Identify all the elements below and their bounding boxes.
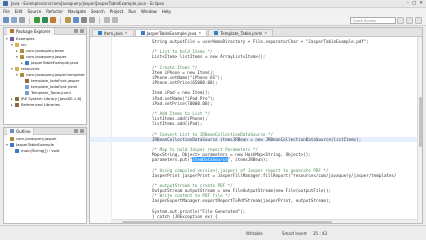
- quick-access-input[interactable]: Quick Access: [350, 17, 396, 24]
- scroll-thumb[interactable]: [419, 97, 422, 147]
- package-tree: ▾ Examples ▾ src ▸ com.javaquery.bean ▾ com.jav…: [4, 35, 86, 108]
- tree-item-label: main(String[]) : void: [21, 148, 60, 153]
- run-icon[interactable]: [42, 17, 48, 23]
- toolbar-separator: [29, 16, 30, 24]
- editor-tab-label: Item.java: [104, 30, 123, 36]
- view-controls: [74, 29, 86, 33]
- window-title: Java - Examples/src/com/javaquery/jasper…: [11, 1, 164, 6]
- menu-project[interactable]: Project: [110, 9, 124, 14]
- minimize-view-icon[interactable]: [74, 129, 78, 133]
- vertical-scrollbar[interactable]: [417, 37, 422, 223]
- view-controls: [74, 129, 86, 133]
- debug-perspective-icon[interactable]: [415, 17, 422, 24]
- cursor-position: 35 : 43: [313, 231, 328, 236]
- close-tab-icon[interactable]: ✕: [125, 30, 128, 37]
- selected-text[interactable]: ItemDataSource: [192, 157, 228, 163]
- java-file-icon: [98, 31, 102, 35]
- close-tab-icon[interactable]: ✕: [264, 30, 267, 37]
- package-explorer-panel: Package Explorer ▾ Examples ▾ src ▸ com.javaq…: [3, 27, 87, 125]
- editor-tab[interactable]: JasperTableExample.java ✕: [134, 29, 208, 37]
- menu-source[interactable]: Source: [27, 9, 41, 14]
- code-lines[interactable]: String outputFile = userHomeDirectory + …: [90, 39, 422, 223]
- menu-run[interactable]: Run: [128, 9, 136, 14]
- menu-bar: File Edit Source Refactor Navigate Search Proj…: [0, 8, 426, 15]
- tab-package-explorer[interactable]: Package Explorer: [7, 27, 55, 35]
- java-file-icon: [214, 31, 219, 35]
- writable-status: Writable: [246, 231, 263, 236]
- xml-file-icon: [25, 91, 29, 95]
- tree-item[interactable]: main(String[]) : void: [4, 148, 86, 154]
- java-perspective-icon[interactable]: [406, 17, 413, 24]
- file-icon: [25, 79, 29, 83]
- open-perspective-icon[interactable]: [397, 17, 404, 24]
- toolbar-separator: [99, 16, 100, 24]
- package-icon: [20, 55, 24, 59]
- new-file-icon[interactable]: [3, 17, 9, 23]
- java-file-icon: [25, 61, 29, 65]
- debug-icon[interactable]: [34, 17, 40, 23]
- class-icon: [10, 143, 14, 147]
- outline-tabbar: Outline: [4, 127, 86, 135]
- code-editor: Item.java ✕ JasperTableExample.java ✕ Templa…: [89, 27, 423, 224]
- maximize-icon[interactable]: □: [412, 1, 416, 7]
- status-bar: Writable Smart Insert 35 : 43: [0, 225, 426, 240]
- menu-file[interactable]: File: [3, 9, 10, 14]
- menu-refactor[interactable]: Refactor: [46, 9, 63, 14]
- package-explorer-icon: [10, 29, 14, 33]
- menu-edit[interactable]: Edit: [15, 9, 23, 14]
- search-icon[interactable]: [89, 17, 95, 23]
- window-titlebar: Java - Examples/src/com/javaquery/jasper…: [0, 0, 426, 8]
- close-icon[interactable]: ✕: [419, 1, 423, 7]
- forward-icon[interactable]: [112, 17, 118, 23]
- package-explorer-tabbar: Package Explorer: [4, 27, 86, 35]
- toolbar-separator: [60, 16, 61, 24]
- outline-icon: [10, 129, 14, 133]
- menu-help[interactable]: Help: [162, 9, 171, 14]
- folder-icon: [15, 67, 19, 71]
- package-icon: [20, 73, 24, 77]
- tree-item-label: Referenced Libraries: [21, 102, 61, 107]
- back-icon[interactable]: [104, 17, 110, 23]
- xml-file-icon: [25, 85, 29, 89]
- print-icon[interactable]: [19, 17, 25, 23]
- package-icon: [10, 137, 14, 141]
- code-area[interactable]: String outputFile = userHomeDirectory + …: [90, 37, 422, 223]
- horizontal-scrollbar[interactable]: [112, 219, 417, 223]
- editor-tab[interactable]: Template_Table.jrxml ✕: [208, 29, 274, 37]
- eclipse-icon: [3, 1, 8, 6]
- perspective-switcher: [397, 17, 422, 24]
- menu-window[interactable]: Window: [141, 9, 157, 14]
- insert-mode-status: Smart Insert: [282, 231, 307, 236]
- method-icon: [15, 149, 19, 153]
- scroll-thumb[interactable]: [122, 220, 332, 223]
- window-controls: – □ ✕: [407, 1, 423, 7]
- open-type-icon[interactable]: [81, 17, 87, 23]
- maximize-view-icon[interactable]: [80, 129, 84, 133]
- new-class-icon[interactable]: [73, 17, 79, 23]
- maximize-view-icon[interactable]: [80, 29, 84, 33]
- external-tools-icon[interactable]: [50, 17, 56, 23]
- save-icon[interactable]: [11, 17, 17, 23]
- project-icon: [10, 37, 14, 41]
- editor-tab[interactable]: Item.java ✕: [92, 29, 134, 36]
- tab-outline[interactable]: Outline: [7, 127, 35, 135]
- minimize-view-icon[interactable]: [74, 29, 78, 33]
- minimize-icon[interactable]: –: [407, 1, 409, 7]
- tree-item[interactable]: ▸ Referenced Libraries: [4, 102, 86, 108]
- editor-tab-label: Template_Table.jrxml: [220, 30, 263, 36]
- outline-panel: Outline com.javaquery.jasper ▾ JasperTable…: [3, 127, 87, 224]
- folder-icon: [15, 43, 19, 47]
- menu-navigate[interactable]: Navigate: [68, 9, 86, 14]
- library-icon: [15, 97, 19, 101]
- java-file-icon: [140, 31, 145, 35]
- package-icon: [20, 49, 24, 53]
- library-icon: [15, 103, 19, 107]
- menu-search[interactable]: Search: [91, 9, 105, 14]
- new-package-icon[interactable]: [65, 17, 71, 23]
- close-tab-icon[interactable]: ✕: [198, 30, 201, 37]
- editor-tab-label: JasperTableExample.java: [146, 30, 197, 36]
- outline-tree: com.javaquery.jasper ▾ JasperTableExample m…: [4, 135, 86, 154]
- editor-tabbar: Item.java ✕ JasperTableExample.java ✕ Templa…: [90, 28, 422, 37]
